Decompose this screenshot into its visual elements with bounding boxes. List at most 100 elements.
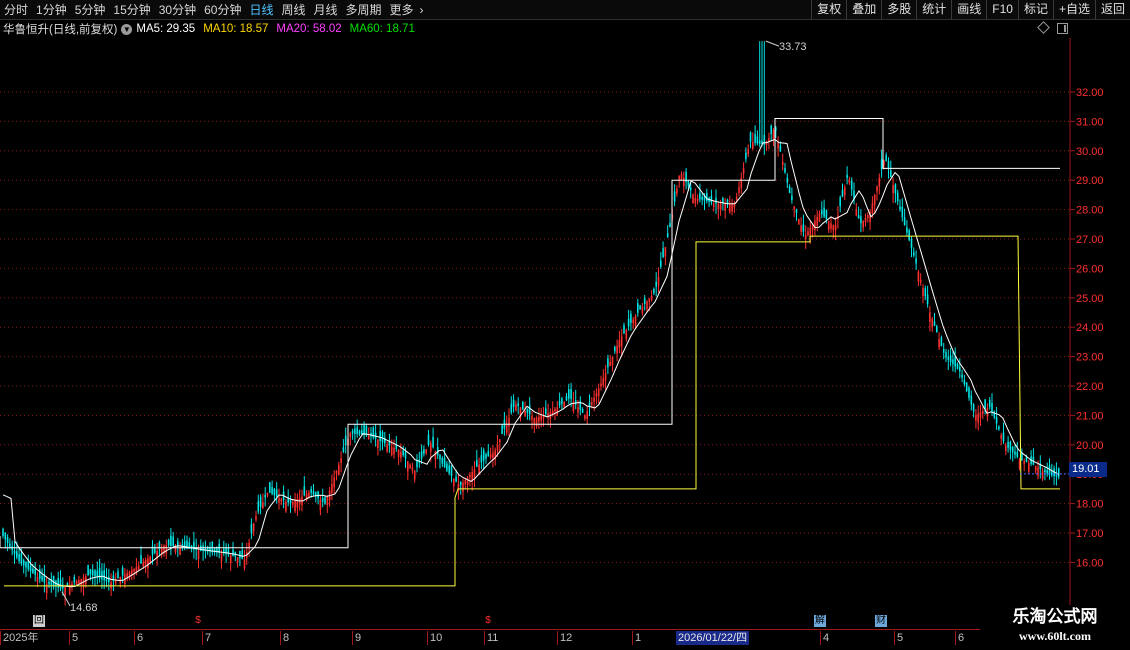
price-tick-label: 30.00: [1076, 146, 1104, 158]
candle-body: [241, 550, 243, 559]
window-toggle-icon[interactable]: [1057, 23, 1068, 34]
candle-body: [333, 477, 335, 488]
candle-body: [480, 455, 483, 463]
candle-body: [855, 208, 858, 216]
candle-body: [802, 224, 805, 232]
candle-body: [386, 444, 388, 452]
candle-body: [1037, 467, 1039, 476]
candle-body: [411, 467, 414, 471]
candle-body: [94, 570, 96, 577]
candle-body: [814, 220, 816, 231]
candle-body: [735, 196, 738, 201]
candle-body: [423, 449, 425, 454]
candle-body: [602, 378, 605, 386]
candle-body: [887, 161, 890, 170]
event-marker-dividend[interactable]: $: [483, 615, 493, 626]
candle-body: [607, 358, 609, 368]
candle-body: [577, 407, 579, 413]
candle-body: [683, 178, 685, 187]
watermark-url: www.60lt.com: [1019, 629, 1091, 643]
candle-body: [892, 185, 894, 194]
candle-body: [262, 502, 264, 509]
candle-body: [128, 571, 131, 579]
event-marker-rebuy[interactable]: 回: [33, 615, 45, 627]
candle-body: [614, 346, 616, 352]
kline-chart[interactable]: 32.00 31.00 30.00 29.00 28.00 27.00 26.00 25.00…: [0, 0, 1130, 650]
candle-body: [676, 188, 678, 194]
candle-body: [78, 579, 80, 584]
candle-body: [864, 217, 867, 223]
candle-body: [890, 170, 892, 178]
date-axis-label: 5: [69, 631, 78, 645]
candle-body: [427, 434, 430, 445]
date-axis-label: 6: [134, 631, 143, 645]
price-tick-label: 16.00: [1076, 557, 1104, 569]
candle-body: [772, 129, 775, 140]
candle-body: [634, 316, 637, 327]
candle-body: [724, 203, 726, 211]
candle-body: [818, 213, 821, 222]
candle-body: [666, 233, 669, 238]
candle-body: [73, 576, 76, 583]
candle-body: [48, 581, 50, 585]
candle-body: [413, 470, 416, 480]
candle-body: [995, 416, 998, 424]
date-axis-label: 11: [484, 631, 498, 645]
candle-body: [825, 209, 828, 219]
candle-body: [880, 159, 883, 170]
candle-body: [597, 388, 600, 397]
price-tick-label: 17.00: [1076, 528, 1104, 540]
candle-body: [832, 225, 835, 231]
watermark: 乐淘公式网 www.60lt.com: [980, 605, 1130, 650]
candle-body: [556, 407, 559, 416]
candle-body: [991, 403, 993, 412]
event-marker-unlock[interactable]: 解: [814, 615, 826, 627]
watermark-title: 乐淘公式网: [1012, 607, 1098, 627]
candle-body: [798, 219, 800, 225]
candle-body: [979, 412, 982, 418]
candle-body: [756, 136, 759, 144]
date-axis-label: 12: [557, 631, 572, 645]
candle-body: [351, 430, 354, 434]
candle-body: [379, 430, 381, 441]
candle-body: [745, 152, 747, 159]
price-tick-label: 24.00: [1076, 322, 1104, 334]
candle-body: [717, 203, 720, 210]
candle-body: [591, 402, 593, 405]
candle-body: [326, 497, 329, 505]
candle-body: [568, 389, 570, 399]
candle-body: [965, 382, 968, 391]
candle-body: [1018, 459, 1021, 469]
candle-body: [749, 132, 752, 143]
candle-body: [791, 195, 793, 201]
price-tick-label: 20.00: [1076, 440, 1104, 452]
candle-body: [298, 497, 301, 503]
candle-body: [439, 455, 441, 460]
candle-body: [499, 439, 501, 443]
candle-body: [432, 436, 434, 448]
candle-body: [731, 203, 733, 212]
candle-body: [779, 145, 782, 152]
candle-body: [982, 410, 984, 414]
event-marker-finance[interactable]: 财: [875, 615, 887, 627]
candle-body: [22, 560, 25, 566]
price-tick-label: 28.00: [1076, 205, 1104, 217]
candle-body: [538, 416, 540, 422]
candle-body: [747, 149, 749, 155]
candle-body: [574, 400, 577, 405]
candle-body: [922, 287, 924, 297]
event-marker-dividend[interactable]: $: [193, 615, 203, 626]
candle-body: [871, 203, 874, 214]
candle-body: [554, 408, 556, 412]
candle-body: [993, 411, 996, 418]
candle-body: [719, 203, 722, 210]
date-axis-label: 6: [955, 631, 964, 645]
candle-body: [259, 496, 262, 507]
candle-body: [1016, 452, 1019, 457]
candle-body: [545, 408, 547, 415]
candle-body: [510, 403, 513, 413]
candle-body: [988, 400, 991, 407]
candle-body: [273, 488, 276, 496]
candle-body: [356, 427, 358, 435]
candle-body: [558, 401, 561, 406]
